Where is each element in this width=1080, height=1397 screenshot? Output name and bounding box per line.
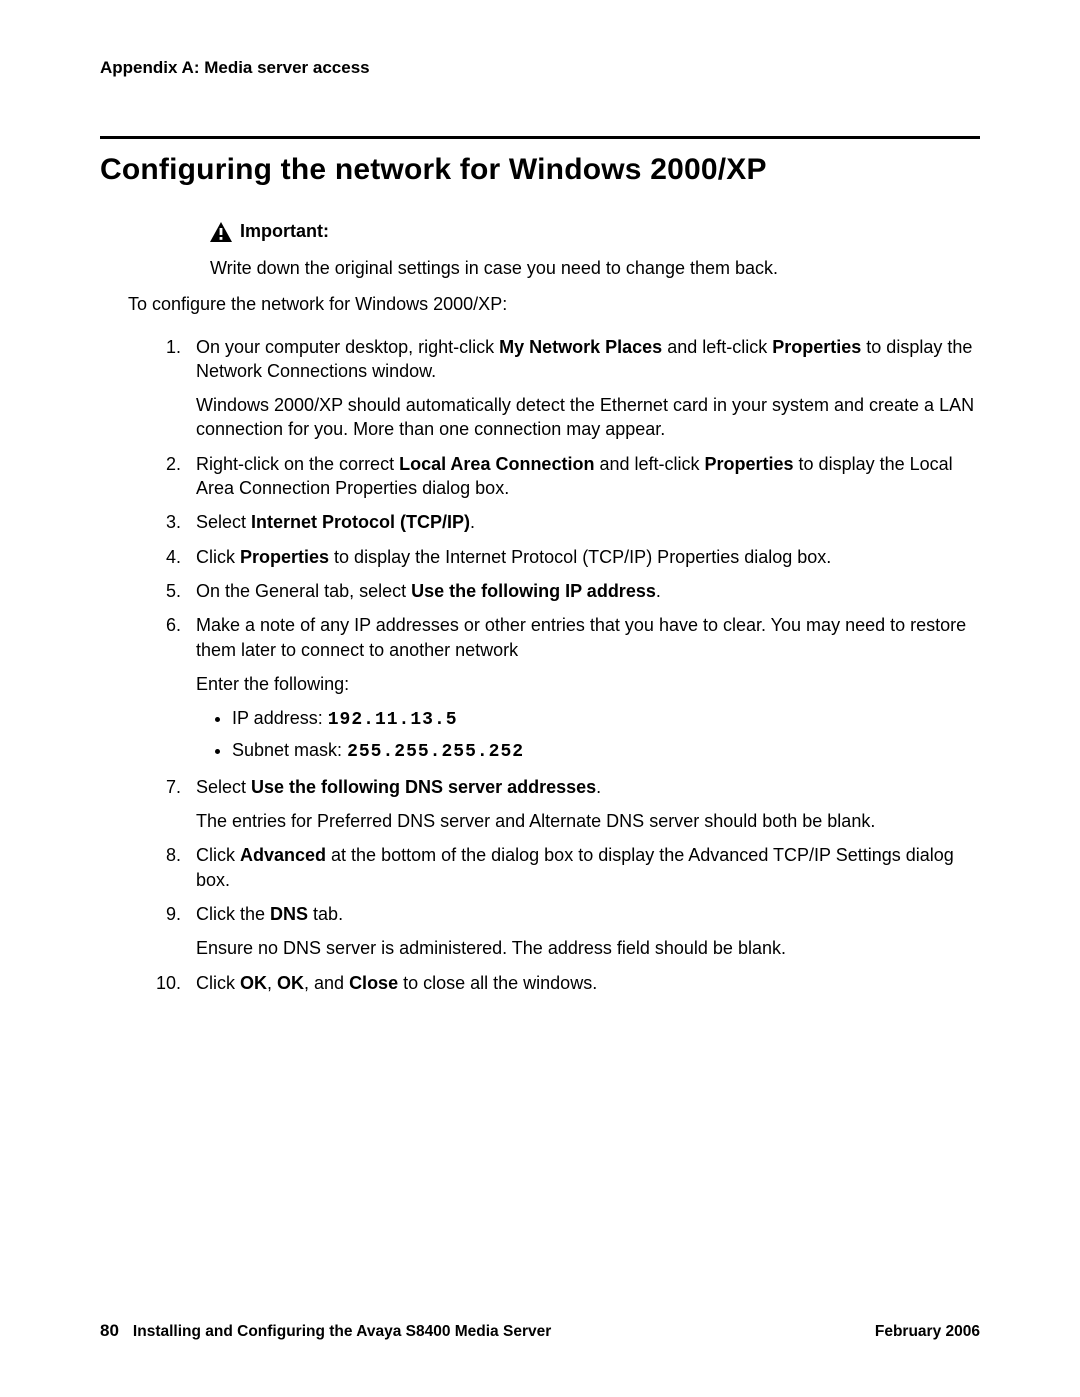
warning-icon	[210, 222, 232, 242]
text-run: Click	[196, 845, 240, 865]
text-run: to display the Internet Protocol (TCP/IP…	[329, 547, 831, 567]
text-run: , and	[304, 973, 349, 993]
callout-label: Important:	[240, 221, 329, 242]
text-run: Click the	[196, 904, 270, 924]
running-header: Appendix A: Media server access	[100, 58, 980, 78]
step-1: On your computer desktop, right-click My…	[186, 335, 980, 442]
step-7: Select Use the following DNS server addr…	[186, 775, 980, 834]
step-4: Click Properties to display the Internet…	[186, 545, 980, 569]
intro-text: To configure the network for Windows 200…	[128, 292, 980, 316]
footer-date: February 2006	[875, 1323, 980, 1341]
text-run: Right-click on the correct	[196, 454, 399, 474]
page-title: Configuring the network for Windows 2000…	[100, 153, 980, 187]
page-footer: 80 Installing and Configuring the Avaya …	[100, 1321, 980, 1341]
step-8: Click Advanced at the bottom of the dial…	[186, 843, 980, 892]
bold-run: OK	[277, 973, 304, 993]
step-6: Make a note of any IP addresses or other…	[186, 613, 980, 764]
page-number: 80	[100, 1321, 119, 1341]
text-run: .	[656, 581, 661, 601]
document-page: Appendix A: Media server access Configur…	[0, 0, 1080, 1397]
bold-run: Properties	[705, 454, 794, 474]
bold-run: Internet Protocol (TCP/IP)	[251, 512, 470, 532]
list-item: IP address: 192.11.13.5	[232, 706, 980, 732]
step-text: On your computer desktop, right-click My…	[196, 335, 980, 384]
text-run: Select	[196, 777, 251, 797]
bold-run: Advanced	[240, 845, 326, 865]
bold-run: Use the following DNS server addresses	[251, 777, 596, 797]
bold-run: OK	[240, 973, 267, 993]
sub-bullets: IP address: 192.11.13.5 Subnet mask: 255…	[196, 706, 980, 765]
bold-run: DNS	[270, 904, 308, 924]
bold-run: Local Area Connection	[399, 454, 594, 474]
code-run: 255.255.255.252	[347, 742, 524, 762]
step-2: Right-click on the correct Local Area Co…	[186, 452, 980, 501]
important-callout: Important:	[210, 221, 980, 242]
step-9: Click the DNS tab. Ensure no DNS server …	[186, 902, 980, 961]
step-text: Click Properties to display the Internet…	[196, 545, 980, 569]
step-text: The entries for Preferred DNS server and…	[196, 809, 980, 833]
callout-text: Write down the original settings in case…	[210, 256, 980, 280]
step-text: Select Internet Protocol (TCP/IP).	[196, 510, 980, 534]
bold-run: Close	[349, 973, 398, 993]
step-text: Click the DNS tab.	[196, 902, 980, 926]
text-run: Select	[196, 512, 251, 532]
text-run: tab.	[308, 904, 343, 924]
list-item: Subnet mask: 255.255.255.252	[232, 738, 980, 764]
bold-run: My Network Places	[499, 337, 662, 357]
bold-run: Properties	[240, 547, 329, 567]
text-run: Click	[196, 547, 240, 567]
text-run: IP address:	[232, 708, 328, 728]
step-5: On the General tab, select Use the follo…	[186, 579, 980, 603]
section-rule	[100, 136, 980, 139]
text-run: Click	[196, 973, 240, 993]
text-run: Subnet mask:	[232, 740, 347, 760]
footer-left: 80 Installing and Configuring the Avaya …	[100, 1321, 551, 1341]
step-text: Ensure no DNS server is administered. Th…	[196, 936, 980, 960]
footer-title: Installing and Configuring the Avaya S84…	[133, 1323, 551, 1341]
steps-list: On your computer desktop, right-click My…	[100, 335, 980, 995]
step-text: Enter the following:	[196, 672, 980, 696]
step-text: Click Advanced at the bottom of the dial…	[196, 843, 980, 892]
step-text: Make a note of any IP addresses or other…	[196, 613, 980, 662]
step-text: Right-click on the correct Local Area Co…	[196, 452, 980, 501]
text-run: On your computer desktop, right-click	[196, 337, 499, 357]
step-3: Select Internet Protocol (TCP/IP).	[186, 510, 980, 534]
bold-run: Properties	[772, 337, 861, 357]
text-run: On the General tab, select	[196, 581, 411, 601]
code-run: 192.11.13.5	[328, 710, 458, 730]
text-run: ,	[267, 973, 277, 993]
step-text: Windows 2000/XP should automatically det…	[196, 393, 980, 442]
bold-run: Use the following IP address	[411, 581, 656, 601]
text-run: and left-click	[594, 454, 704, 474]
text-run: and left-click	[662, 337, 772, 357]
step-10: Click OK, OK, and Close to close all the…	[186, 971, 980, 995]
step-text: Click OK, OK, and Close to close all the…	[196, 971, 980, 995]
text-run: to close all the windows.	[398, 973, 597, 993]
text-run: .	[596, 777, 601, 797]
step-text: Select Use the following DNS server addr…	[196, 775, 980, 799]
step-text: On the General tab, select Use the follo…	[196, 579, 980, 603]
text-run: .	[470, 512, 475, 532]
